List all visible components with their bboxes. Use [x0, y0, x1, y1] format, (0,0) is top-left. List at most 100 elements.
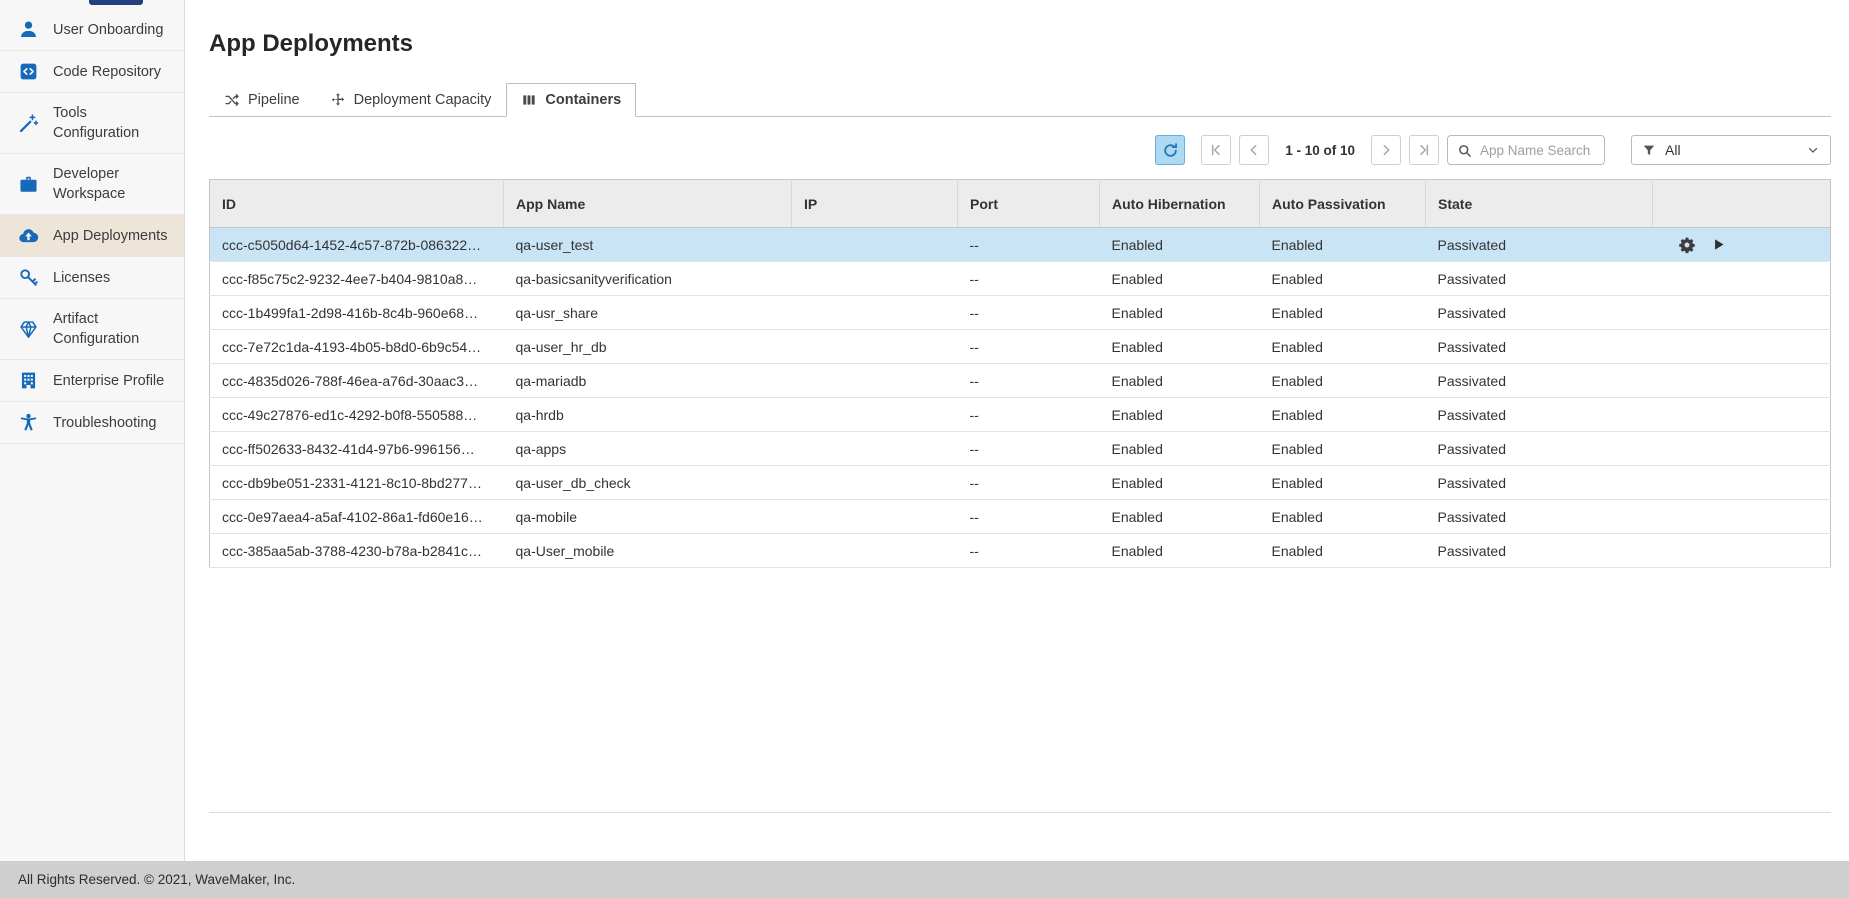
gear-icon[interactable]	[1678, 236, 1696, 254]
cell-auto-passivation: Enabled	[1260, 432, 1426, 466]
tab-label: Deployment Capacity	[354, 92, 492, 108]
cell-actions	[1653, 466, 1831, 500]
table-row[interactable]: ccc-4835d026-788f-46ea-a76d-30aac3…qa-ma…	[210, 364, 1831, 398]
cell-state: Passivated	[1426, 262, 1653, 296]
cell-auto-hibernation: Enabled	[1100, 364, 1260, 398]
sidebar-item-label: Troubleshooting	[53, 413, 156, 433]
cell-app-name: qa-usr_share	[504, 296, 792, 330]
filter-dropdown[interactable]: All	[1631, 135, 1831, 165]
cell-auto-passivation: Enabled	[1260, 534, 1426, 568]
cell-auto-hibernation: Enabled	[1100, 330, 1260, 364]
cell-id: ccc-49c27876-ed1c-4292-b0f8-550588…	[210, 398, 504, 432]
table-header-row: IDApp NameIPPortAuto HibernationAuto Pas…	[210, 180, 1831, 228]
table-row[interactable]: ccc-db9be051-2331-4121-8c10-8bd277…qa-us…	[210, 466, 1831, 500]
first-page-icon	[1208, 142, 1224, 158]
cell-id: ccc-f85c75c2-9232-4ee7-b404-9810a8…	[210, 262, 504, 296]
sidebar-nav: User OnboardingCode Repository Tools Conf…	[0, 9, 184, 444]
sidebar-item-developer-workspace[interactable]: Developer Workspace	[0, 154, 184, 215]
column-header-state: State	[1426, 180, 1653, 228]
sidebar-item-label: Tools Configuration	[53, 103, 176, 143]
cell-state: Passivated	[1426, 330, 1653, 364]
building-icon	[18, 370, 39, 391]
next-page-icon	[1378, 142, 1394, 158]
table-row[interactable]: ccc-ff502633-8432-41d4-97b6-996156…qa-ap…	[210, 432, 1831, 466]
cell-state: Passivated	[1426, 500, 1653, 534]
cell-ip	[792, 398, 958, 432]
next-page-button[interactable]	[1371, 135, 1401, 165]
sidebar-item-troubleshooting[interactable]: Troubleshooting	[0, 402, 184, 444]
cell-auto-hibernation: Enabled	[1100, 228, 1260, 262]
cell-app-name: qa-mariadb	[504, 364, 792, 398]
cell-ip	[792, 534, 958, 568]
sidebar-item-tools-configuration[interactable]: Tools Configuration	[0, 93, 184, 154]
sidebar-item-code-repository[interactable]: Code Repository	[0, 51, 184, 93]
cell-ip	[792, 296, 958, 330]
cell-auto-passivation: Enabled	[1260, 364, 1426, 398]
search-input[interactable]	[1478, 142, 1595, 159]
sidebar-item-artifact-configuration[interactable]: Artifact Configuration	[0, 299, 184, 360]
containers-icon	[521, 92, 537, 108]
table-row[interactable]: ccc-f85c75c2-9232-4ee7-b404-9810a8…qa-ba…	[210, 262, 1831, 296]
refresh-button[interactable]	[1155, 135, 1185, 165]
table-row[interactable]: ccc-0e97aea4-a5af-4102-86a1-fd60e16…qa-m…	[210, 500, 1831, 534]
cloud-upload-icon	[18, 225, 39, 246]
sidebar-item-enterprise-profile[interactable]: Enterprise Profile	[0, 360, 184, 402]
cell-id: ccc-0e97aea4-a5af-4102-86a1-fd60e16…	[210, 500, 504, 534]
play-icon[interactable]	[1711, 237, 1726, 252]
table-row[interactable]: ccc-1b499fa1-2d98-416b-8c4b-960e68…qa-us…	[210, 296, 1831, 330]
cell-app-name: qa-mobile	[504, 500, 792, 534]
last-page-button[interactable]	[1409, 135, 1439, 165]
cell-state: Passivated	[1426, 466, 1653, 500]
main-content: App Deployments PipelineDeployment Capac…	[185, 0, 1849, 861]
column-header-id: ID	[210, 180, 504, 228]
cell-ip	[792, 364, 958, 398]
cell-actions	[1653, 364, 1831, 398]
footer: All Rights Reserved. © 2021, WaveMaker, …	[0, 861, 1849, 898]
table-row[interactable]: ccc-49c27876-ed1c-4292-b0f8-550588…qa-hr…	[210, 398, 1831, 432]
table-row[interactable]: ccc-c5050d64-1452-4c57-872b-086322…qa-us…	[210, 228, 1831, 262]
tab-pipeline[interactable]: Pipeline	[209, 83, 315, 117]
refresh-icon	[1162, 142, 1179, 159]
first-page-button[interactable]	[1201, 135, 1231, 165]
column-header-port: Port	[958, 180, 1100, 228]
cell-actions	[1653, 228, 1831, 262]
sidebar-item-user-onboarding[interactable]: User Onboarding	[0, 9, 184, 51]
tab-containers[interactable]: Containers	[506, 83, 636, 117]
cell-state: Passivated	[1426, 228, 1653, 262]
cell-port: --	[958, 500, 1100, 534]
cell-app-name: qa-User_mobile	[504, 534, 792, 568]
cell-port: --	[958, 466, 1100, 500]
search-icon	[1457, 143, 1472, 158]
footer-copyright: All Rights Reserved. © 2021, WaveMaker, …	[18, 872, 295, 887]
sidebar-item-app-deployments[interactable]: App Deployments	[0, 215, 184, 257]
app-window: User OnboardingCode Repository Tools Conf…	[0, 0, 1849, 861]
cell-auto-hibernation: Enabled	[1100, 500, 1260, 534]
cell-app-name: qa-user_test	[504, 228, 792, 262]
tab-deployment-capacity[interactable]: Deployment Capacity	[315, 83, 507, 117]
magic-wand-icon	[18, 113, 39, 134]
cell-id: ccc-1b499fa1-2d98-416b-8c4b-960e68…	[210, 296, 504, 330]
sidebar-item-label: Enterprise Profile	[53, 371, 164, 391]
cell-port: --	[958, 262, 1100, 296]
table-row[interactable]: ccc-7e72c1da-4193-4b05-b8d0-6b9c54…qa-us…	[210, 330, 1831, 364]
cell-actions	[1653, 296, 1831, 330]
prev-page-button[interactable]	[1239, 135, 1269, 165]
user-icon	[18, 19, 39, 40]
sidebar-item-licenses[interactable]: Licenses	[0, 257, 184, 299]
cell-ip	[792, 466, 958, 500]
column-header-actions	[1653, 180, 1831, 228]
cell-port: --	[958, 398, 1100, 432]
cell-auto-hibernation: Enabled	[1100, 466, 1260, 500]
cell-app-name: qa-user_hr_db	[504, 330, 792, 364]
table-row[interactable]: ccc-385aa5ab-3788-4230-b78a-b2841c…qa-Us…	[210, 534, 1831, 568]
cell-actions	[1653, 500, 1831, 534]
funnel-icon	[1642, 143, 1656, 157]
cell-ip	[792, 330, 958, 364]
column-header-ip: IP	[792, 180, 958, 228]
sidebar-item-label: Developer Workspace	[53, 164, 176, 204]
sidebar-item-label: App Deployments	[53, 226, 167, 246]
cell-port: --	[958, 228, 1100, 262]
cell-auto-hibernation: Enabled	[1100, 432, 1260, 466]
sidebar-top-accent	[89, 0, 143, 5]
cell-port: --	[958, 364, 1100, 398]
